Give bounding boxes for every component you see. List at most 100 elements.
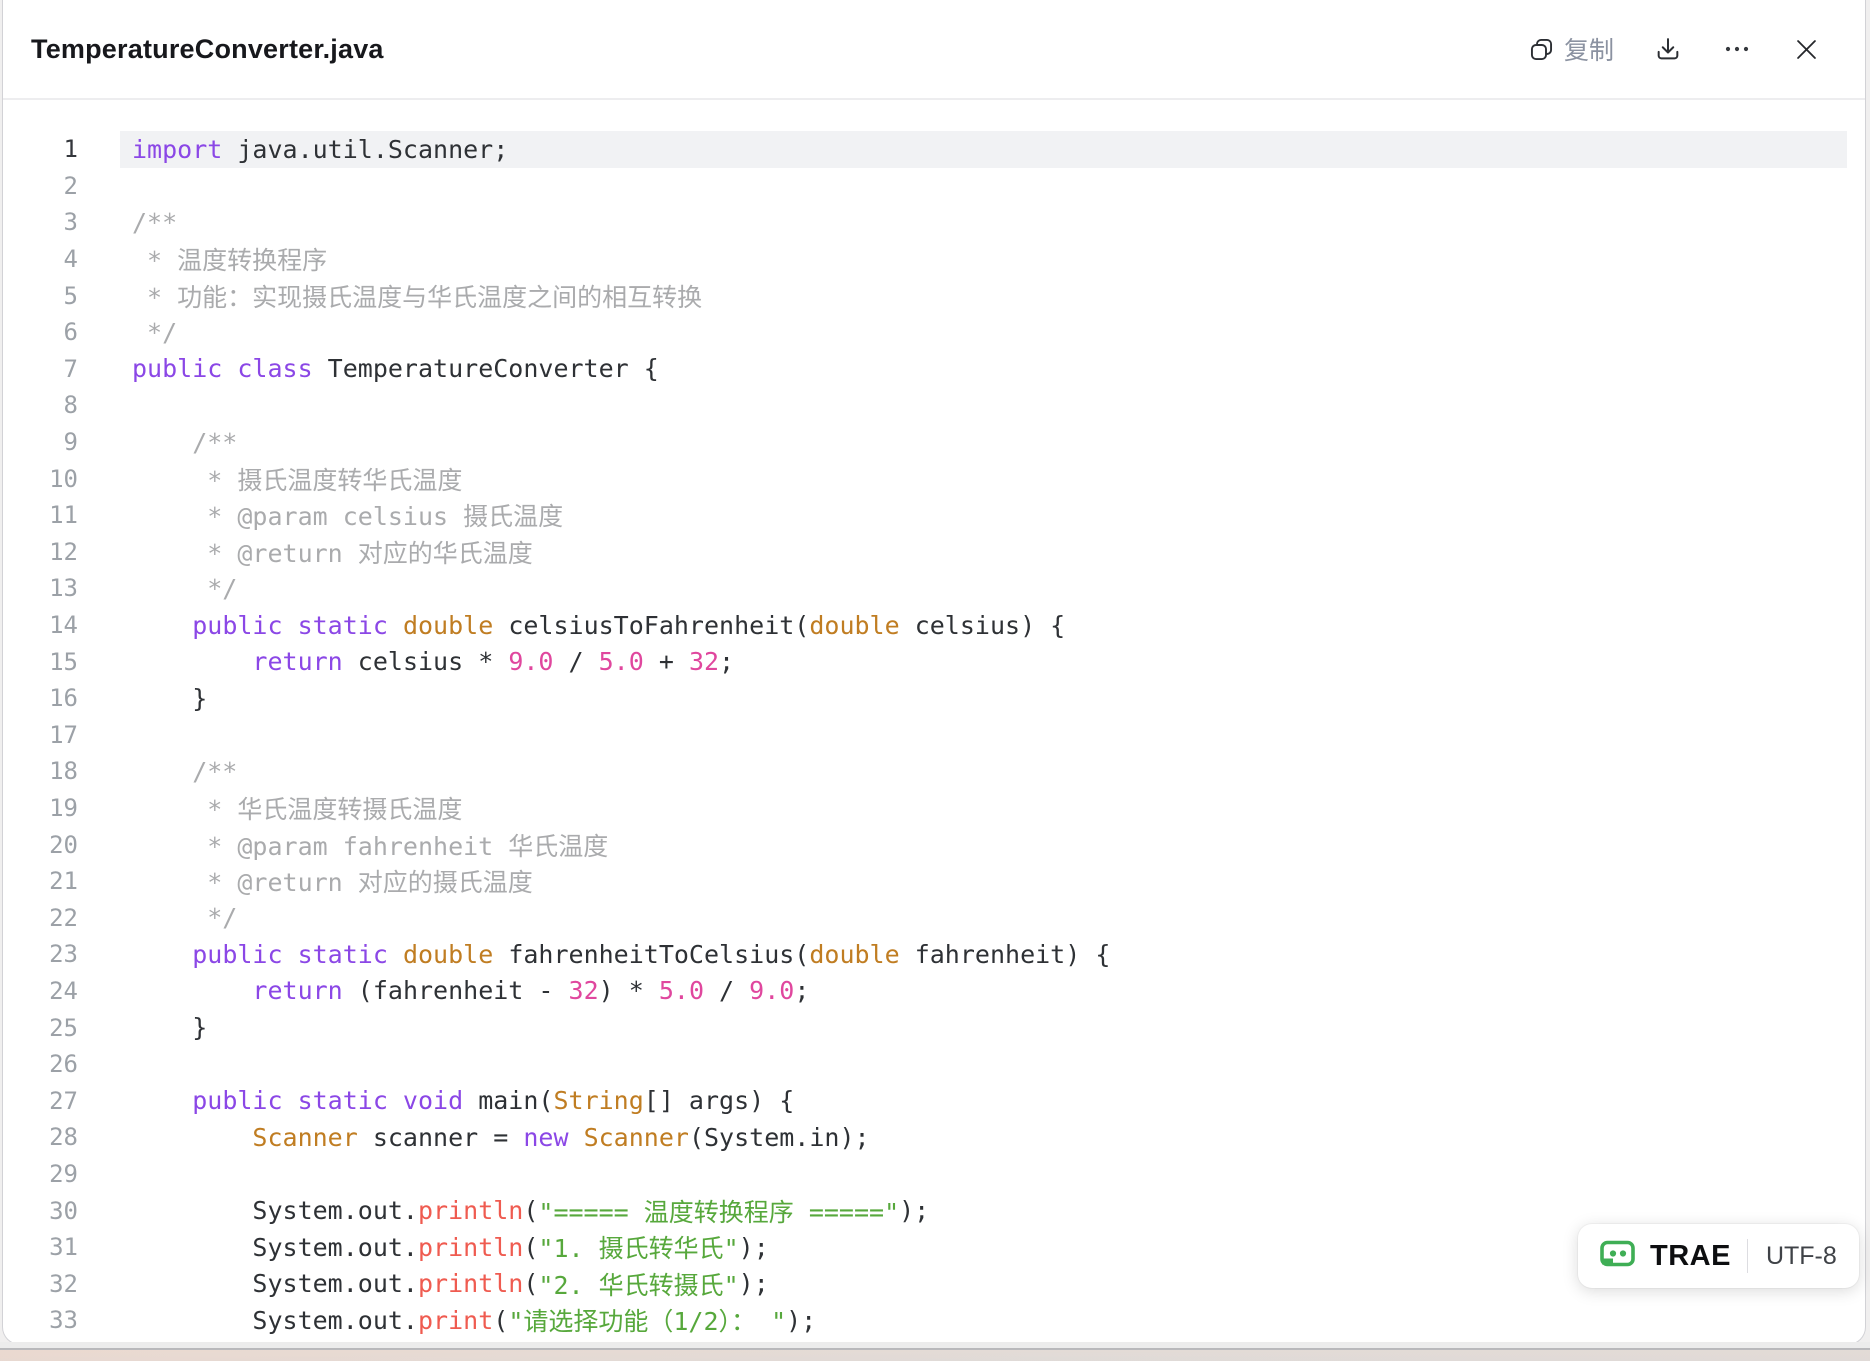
code-line: 27 public static void main(String[] args… [3, 1082, 1865, 1119]
code-line: 4 * 温度转换程序 [3, 241, 1865, 278]
line-number: 1 [3, 135, 78, 163]
code-line: 14 public static double celsiusToFahrenh… [3, 607, 1865, 644]
badge-divider [1747, 1239, 1748, 1273]
line-number: 26 [3, 1050, 78, 1078]
code-line: 13 */ [3, 570, 1865, 607]
code-text: * @param celsius 摄氏温度 [120, 497, 1847, 534]
code-text: public static double celsiusToFahrenheit… [120, 607, 1847, 644]
code-text: return (fahrenheit - 32) * 5.0 / 9.0; [120, 973, 1847, 1010]
line-number: 21 [3, 867, 78, 895]
line-number: 15 [3, 648, 78, 676]
line-number: 2 [3, 172, 78, 200]
code-text: * 摄氏温度转华氏温度 [120, 460, 1847, 497]
line-number: 11 [3, 501, 78, 529]
line-number: 19 [3, 794, 78, 822]
close-icon [1792, 35, 1821, 64]
code-text [120, 168, 1847, 205]
copy-button[interactable]: 复制 [1528, 31, 1614, 67]
background-scroll-strip [0, 1342, 1870, 1361]
code-text: System.out.print("请选择功能（1/2）： "); [120, 1302, 1847, 1339]
code-line: 17 [3, 717, 1865, 754]
code-line: 10 * 摄氏温度转华氏温度 [3, 460, 1865, 497]
line-number: 31 [3, 1233, 78, 1261]
code-text: * @param fahrenheit 华氏温度 [120, 826, 1847, 863]
more-button[interactable] [1722, 35, 1752, 63]
line-number: 23 [3, 940, 78, 968]
code-line: 1 import java.util.Scanner; [3, 131, 1865, 168]
code-text [120, 1046, 1847, 1083]
code-line: 5 * 功能：实现摄氏温度与华氏温度之间的相互转换 [3, 277, 1865, 314]
code-line: 22 */ [3, 899, 1865, 936]
code-text: * @return 对应的华氏温度 [120, 534, 1847, 571]
line-number: 24 [3, 977, 78, 1005]
code-line: 25 } [3, 1009, 1865, 1046]
line-number: 30 [3, 1197, 78, 1225]
line-number: 32 [3, 1270, 78, 1298]
code-line: 26 [3, 1046, 1865, 1083]
panel-header: TemperatureConverter.java 复制 [3, 0, 1865, 100]
line-number: 18 [3, 757, 78, 785]
line-number: 17 [3, 721, 78, 749]
line-number: 9 [3, 428, 78, 456]
code-text: */ [120, 570, 1847, 607]
code-text: } [120, 1009, 1847, 1046]
line-number: 6 [3, 318, 78, 346]
copy-icon [1528, 36, 1555, 63]
code-text [120, 1156, 1847, 1193]
code-text: * 温度转换程序 [120, 241, 1847, 278]
encoding-label: UTF-8 [1766, 1242, 1837, 1271]
more-icon [1722, 35, 1752, 63]
line-number: 13 [3, 574, 78, 602]
line-number: 5 [3, 282, 78, 310]
line-number: 29 [3, 1160, 78, 1188]
line-number: 12 [3, 538, 78, 566]
close-button[interactable] [1792, 35, 1821, 64]
line-number: 7 [3, 355, 78, 383]
code-text: import java.util.Scanner; [120, 131, 1847, 168]
line-number: 33 [3, 1306, 78, 1334]
code-line: 20 * @param fahrenheit 华氏温度 [3, 826, 1865, 863]
code-text: return celsius * 9.0 / 5.0 + 32; [120, 643, 1847, 680]
status-badge: TRAE UTF-8 [1578, 1224, 1859, 1288]
file-title: TemperatureConverter.java [31, 34, 384, 65]
line-number: 28 [3, 1123, 78, 1151]
code-text: } [120, 680, 1847, 717]
brand-wordmark: TRAE [1650, 1240, 1731, 1273]
code-line: 19 * 华氏温度转摄氏温度 [3, 790, 1865, 827]
header-actions: 复制 [1528, 31, 1821, 67]
file-preview-panel: TemperatureConverter.java 复制 [2, 0, 1866, 1345]
code-text: * @return 对应的摄氏温度 [120, 863, 1847, 900]
code-line: 7public class TemperatureConverter { [3, 351, 1865, 388]
code-text [120, 387, 1847, 424]
code-line: 23 public static double fahrenheitToCels… [3, 936, 1865, 973]
code-text: public static void main(String[] args) { [120, 1082, 1847, 1119]
code-line: 24 return (fahrenheit - 32) * 5.0 / 9.0; [3, 973, 1865, 1010]
code-text: /** [120, 424, 1847, 461]
trae-logo-icon [1598, 1237, 1638, 1276]
code-line: 8 [3, 387, 1865, 424]
code-line: 28 Scanner scanner = new Scanner(System.… [3, 1119, 1865, 1156]
code-line: 33 System.out.print("请选择功能（1/2）： "); [3, 1302, 1865, 1339]
code-line: 30 System.out.println("===== 温度转换程序 ====… [3, 1192, 1865, 1229]
line-number: 22 [3, 904, 78, 932]
copy-button-label: 复制 [1564, 31, 1614, 67]
code-editor[interactable]: 1import java.util.Scanner;23/**4 * 温度转换程… [3, 100, 1865, 1339]
line-number: 20 [3, 831, 78, 859]
code-text: System.out.println("===== 温度转换程序 =====")… [120, 1192, 1847, 1229]
code-line: 11 * @param celsius 摄氏温度 [3, 497, 1865, 534]
code-text: */ [120, 314, 1847, 351]
code-text: /** [120, 753, 1847, 790]
code-line: 16 } [3, 680, 1865, 717]
code-line: 29 [3, 1156, 1865, 1193]
line-number: 16 [3, 684, 78, 712]
code-line: 2 [3, 168, 1865, 205]
line-number: 27 [3, 1087, 78, 1115]
code-text [120, 717, 1847, 754]
download-button[interactable] [1654, 35, 1682, 63]
code-line: 21 * @return 对应的摄氏温度 [3, 863, 1865, 900]
code-line: 6 */ [3, 314, 1865, 351]
line-number: 25 [3, 1014, 78, 1042]
code-text: */ [120, 899, 1847, 936]
code-line: 3/** [3, 204, 1865, 241]
line-number: 3 [3, 208, 78, 236]
